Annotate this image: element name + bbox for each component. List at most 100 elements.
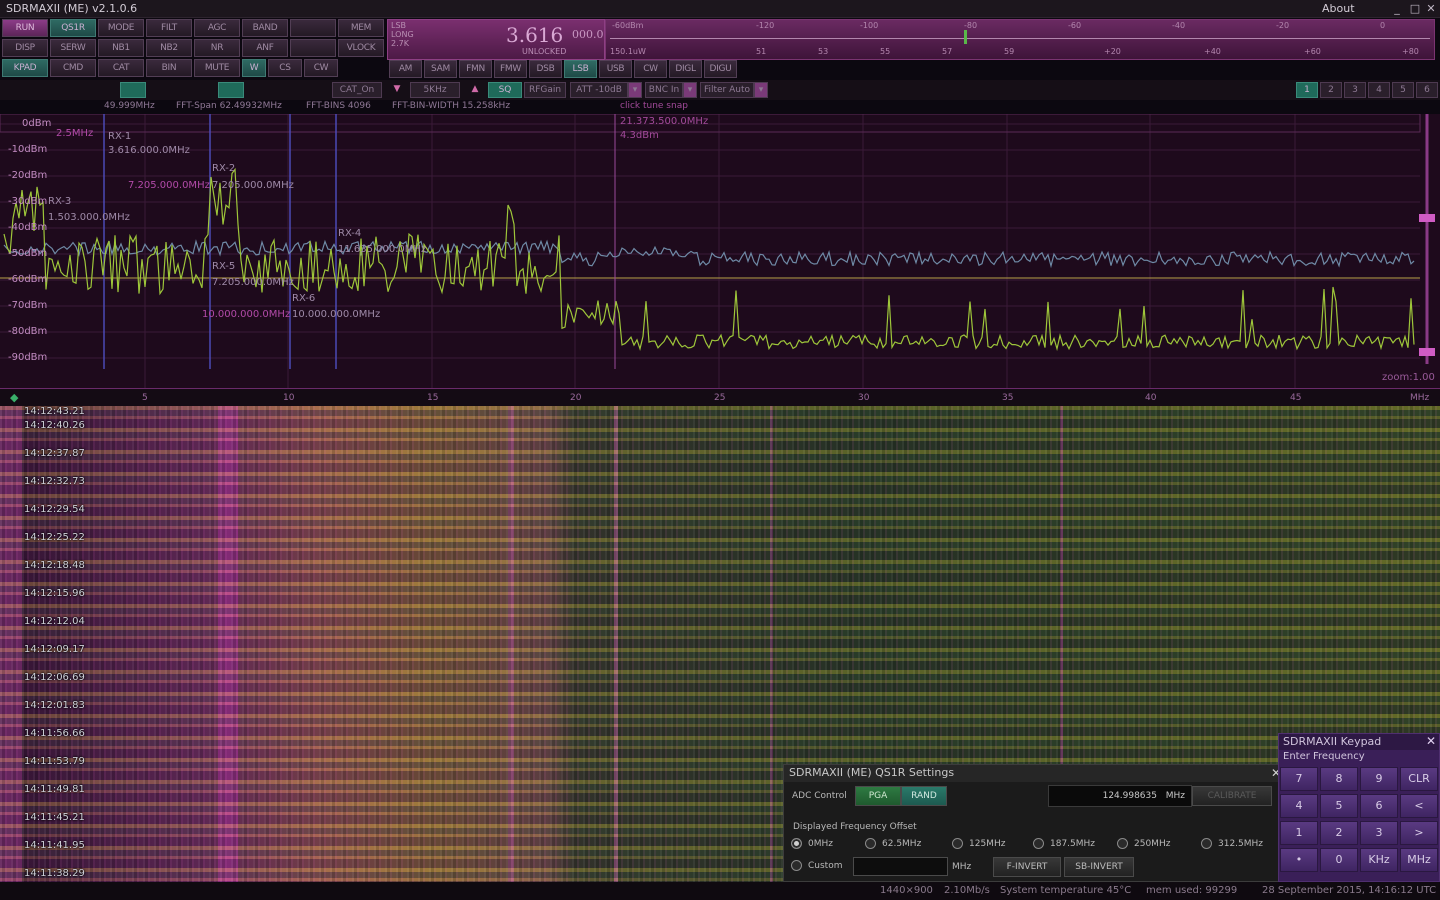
vfo-frequency-sub[interactable]: 000.0 [572, 28, 604, 41]
rx-tab-2[interactable]: 2 [1320, 82, 1342, 98]
offset-radio-5[interactable] [1201, 838, 1212, 849]
cw-button[interactable]: CW [304, 59, 338, 77]
vfo-a-indicator[interactable] [120, 82, 146, 98]
chevron-down-icon[interactable]: ▾ [754, 82, 768, 98]
frequency-scale[interactable]: ◆ 5 10 15 20 25 30 35 40 45 MHz [0, 388, 1440, 406]
mode-dsb[interactable]: DSB [529, 60, 562, 78]
f-invert-button[interactable]: F-INVERT [993, 857, 1061, 877]
rx-tab-5[interactable]: 5 [1392, 82, 1414, 98]
maximize-icon[interactable]: □ [1408, 1, 1422, 16]
bin-button[interactable]: BIN [146, 59, 192, 77]
offset-radio-2[interactable] [952, 838, 963, 849]
custom-offset-input[interactable] [853, 857, 948, 876]
key-6[interactable]: 6 [1360, 794, 1398, 818]
key-backspace[interactable]: < [1400, 794, 1438, 818]
mode-usb[interactable]: USB [599, 60, 632, 78]
kpad-button[interactable]: KPAD [2, 59, 48, 77]
mode-lsb[interactable]: LSB [564, 60, 597, 78]
nb1-button[interactable]: NB1 [98, 39, 144, 57]
key-8[interactable]: 8 [1320, 767, 1358, 791]
band-button[interactable]: BAND [242, 19, 288, 37]
about-menu[interactable]: About [1322, 2, 1355, 15]
w-button[interactable]: W [242, 59, 266, 77]
blank-button-2[interactable] [290, 39, 336, 57]
nr-button[interactable]: NR [194, 39, 240, 57]
squelch-button[interactable]: SQ [488, 82, 522, 98]
pan-handle-icon[interactable]: ◆ [10, 391, 18, 404]
chevron-down-icon[interactable]: ▾ [683, 82, 697, 98]
mode-am[interactable]: AM [389, 60, 422, 78]
cs-button[interactable]: CS [268, 59, 302, 77]
frequency-field[interactable]: 124.998635 MHz [1048, 785, 1192, 807]
key-4[interactable]: 4 [1280, 794, 1318, 818]
rx3-label[interactable]: RX-3 [48, 196, 71, 207]
rx-tab-3[interactable]: 3 [1344, 82, 1366, 98]
key-9[interactable]: 9 [1360, 767, 1398, 791]
custom-offset-radio[interactable] [791, 860, 802, 871]
vfo-display[interactable]: LSB LONG 2.7K 3.616 000.0 UNLOCKED [387, 19, 605, 60]
rf-gain-button[interactable]: RFGain [524, 82, 566, 98]
rx1-label[interactable]: RX-1 [108, 131, 131, 142]
disp-button[interactable]: DISP [2, 39, 48, 57]
rx2-label[interactable]: RX-2 [212, 163, 235, 174]
step-up-icon[interactable]: ▲ [466, 82, 484, 98]
mode-sam[interactable]: SAM [424, 60, 457, 78]
mem-button[interactable]: MEM [338, 19, 384, 37]
rx4-label[interactable]: RX-4 [338, 228, 361, 239]
step-down-icon[interactable]: ▼ [388, 82, 406, 98]
pga-toggle[interactable]: PGA [855, 786, 901, 806]
mute-button[interactable]: MUTE [194, 59, 240, 77]
qs1r-button[interactable]: QS1R [50, 19, 96, 37]
rx-tab-6[interactable]: 6 [1416, 82, 1438, 98]
rx-tab-1[interactable]: 1 [1296, 82, 1318, 98]
cat-button[interactable]: CAT [98, 59, 144, 77]
close-icon[interactable]: ✕ [1426, 734, 1436, 748]
run-button[interactable]: RUN [2, 19, 48, 37]
bnc-input-select[interactable]: BNC In [645, 82, 683, 98]
filter-select[interactable]: Filter Auto [700, 82, 754, 98]
calibrate-button[interactable]: CALIBRATE [1192, 786, 1272, 806]
rx5-label[interactable]: RX-5 [212, 261, 235, 272]
key-7[interactable]: 7 [1280, 767, 1318, 791]
step-size[interactable]: 5KHz [410, 82, 460, 98]
minimize-icon[interactable]: _ [1390, 1, 1404, 16]
rx6-label[interactable]: RX-6 [292, 293, 315, 304]
vfo-b-indicator[interactable] [218, 82, 244, 98]
vfo-frequency[interactable]: 3.616 [506, 23, 563, 47]
key-0[interactable]: 0 [1320, 848, 1358, 872]
filt-button[interactable]: FILT [146, 19, 192, 37]
blank-button-1[interactable] [290, 19, 336, 37]
key-decimal[interactable]: • [1280, 848, 1318, 872]
key-forward[interactable]: > [1400, 821, 1438, 845]
level-slider-handle[interactable] [1419, 348, 1435, 356]
mode-fmw[interactable]: FMW [494, 60, 527, 78]
key-1[interactable]: 1 [1280, 821, 1318, 845]
key-mhz[interactable]: MHz [1400, 848, 1438, 872]
agc-button[interactable]: AGC [194, 19, 240, 37]
level-slider-handle[interactable] [1419, 214, 1435, 222]
serw-button[interactable]: SERW [50, 39, 96, 57]
close-icon[interactable]: ✕ [1424, 1, 1438, 16]
offset-radio-4[interactable] [1117, 838, 1128, 849]
cat-toggle[interactable]: CAT_On [332, 82, 382, 98]
key-2[interactable]: 2 [1320, 821, 1358, 845]
key-khz[interactable]: KHz [1360, 848, 1398, 872]
attenuator-select[interactable]: ATT -10dB [570, 82, 628, 98]
frequency-value[interactable]: 124.998635 [1103, 791, 1157, 801]
anf-button[interactable]: ANF [242, 39, 288, 57]
offset-radio-0[interactable] [791, 838, 802, 849]
mode-fmn[interactable]: FMN [459, 60, 492, 78]
vlock-button[interactable]: VLOCK [338, 39, 384, 57]
rand-toggle[interactable]: RAND [901, 786, 947, 806]
key-clear[interactable]: CLR [1400, 767, 1438, 791]
sb-invert-button[interactable]: SB-INVERT [1064, 857, 1134, 877]
rx-tab-4[interactable]: 4 [1368, 82, 1390, 98]
offset-radio-3[interactable] [1033, 838, 1044, 849]
mode-digu[interactable]: DIGU [704, 60, 737, 78]
mode-cw[interactable]: CW [634, 60, 667, 78]
nb2-button[interactable]: NB2 [146, 39, 192, 57]
offset-radio-1[interactable] [865, 838, 876, 849]
key-5[interactable]: 5 [1320, 794, 1358, 818]
spectrum-display[interactable]: 0dBm -10dBm -20dBm -30dBm -40dBm -50dBm … [0, 114, 1440, 388]
key-3[interactable]: 3 [1360, 821, 1398, 845]
